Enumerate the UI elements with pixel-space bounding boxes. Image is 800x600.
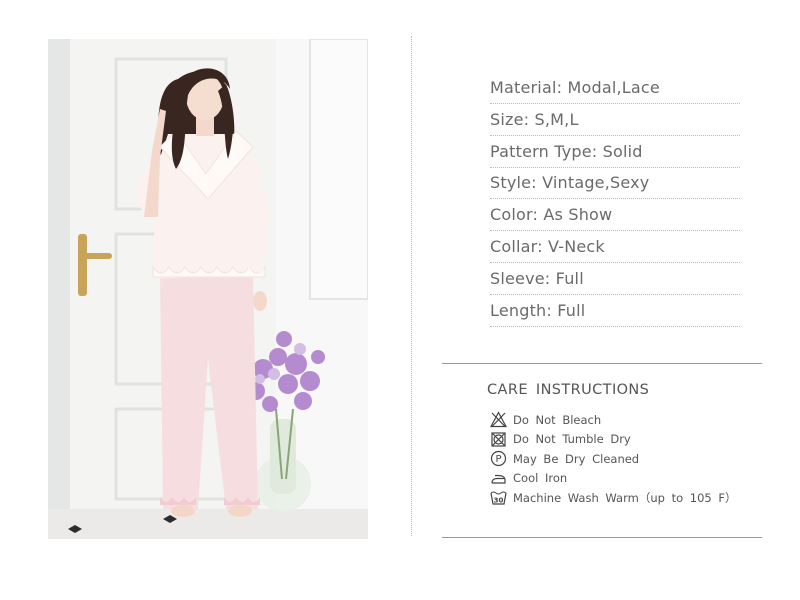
care-item-no-bleach: Do Not Bleach — [490, 410, 770, 430]
wash-temp-label: 30 — [494, 497, 504, 505]
spec-list: Material: Modal,Lace Size: S,M,L Pattern… — [490, 73, 740, 327]
spec-sleeve: Sleeve: Full — [490, 264, 740, 295]
care-item-text: Cool Iron — [513, 471, 568, 486]
care-item-text: Do Not Bleach — [513, 412, 602, 427]
spec-style: Style: Vintage,Sexy — [490, 168, 740, 200]
care-instructions-list: Do Not Bleach Do Not Tumble Dry P May Be… — [490, 410, 770, 508]
care-item-text: Machine Wash Warm（up to 105 F） — [513, 490, 737, 505]
no-tumble-dry-icon — [490, 431, 507, 448]
spec-size: Size: S,M,L — [490, 105, 740, 136]
care-item-no-tumble-dry: Do Not Tumble Dry — [490, 430, 770, 450]
care-item-cool-iron: Cool Iron — [490, 469, 770, 489]
svg-text:P: P — [495, 454, 501, 465]
spec-pattern-type: Pattern Type: Solid — [490, 137, 740, 168]
no-bleach-icon — [490, 411, 507, 428]
care-item-dry-clean: P May Be Dry Cleaned — [490, 449, 770, 469]
product-photo — [48, 39, 368, 539]
spec-color: Color: As Show — [490, 200, 740, 232]
care-instructions-title: CARE INSTRUCTIONS — [487, 382, 650, 398]
machine-wash-30-icon: 30 — [490, 489, 507, 506]
care-item-text: May Be Dry Cleaned — [513, 451, 640, 466]
section-divider-top — [442, 363, 762, 364]
cool-iron-icon — [490, 470, 507, 487]
vertical-divider — [411, 36, 412, 536]
care-item-machine-wash: 30 Machine Wash Warm（up to 105 F） — [490, 488, 770, 508]
spec-material: Material: Modal,Lace — [490, 73, 740, 104]
spec-collar: Collar: V-Neck — [490, 232, 740, 263]
section-divider-bottom — [442, 537, 762, 538]
care-item-text: Do Not Tumble Dry — [513, 432, 631, 447]
dry-clean-p-icon: P — [490, 450, 507, 467]
spec-length: Length: Full — [490, 296, 740, 327]
